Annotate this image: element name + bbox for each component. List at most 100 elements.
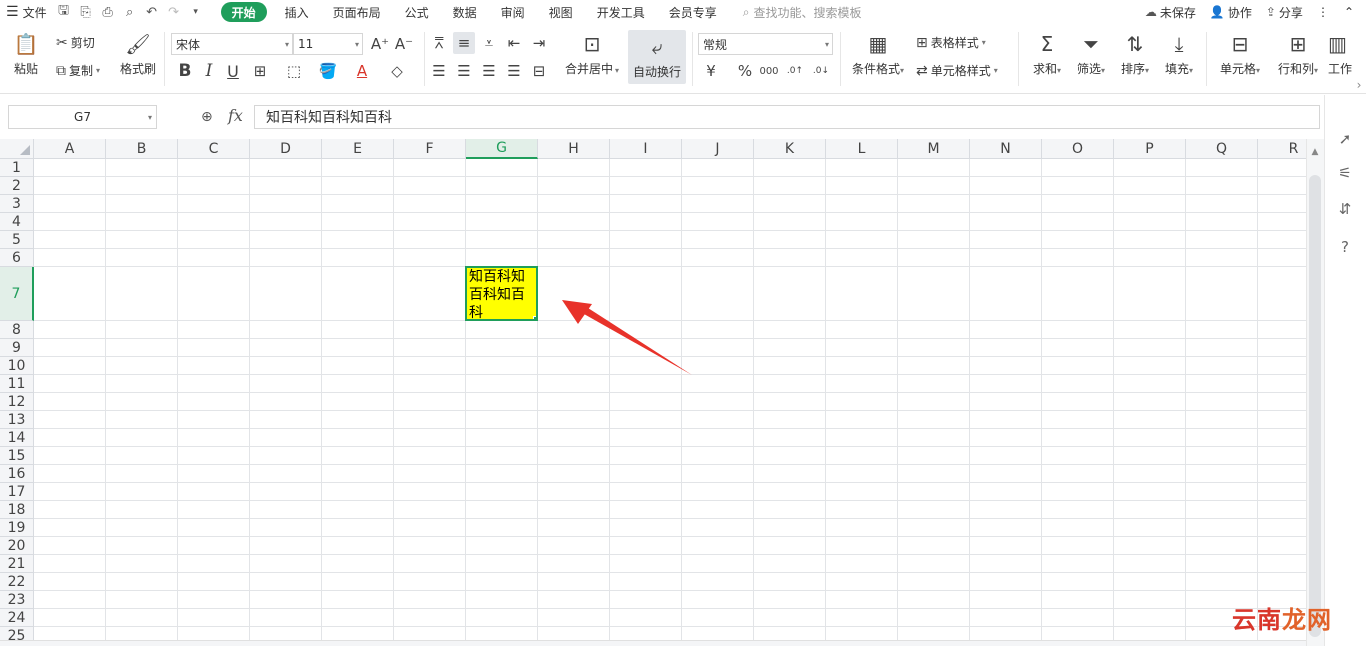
print-preview-icon[interactable]: ⌕ [122,4,138,20]
underline-icon[interactable]: U [222,60,244,82]
distributed-align-icon[interactable]: ⊟ [528,60,550,82]
cell-button[interactable]: ⊟ 单元格▾ [1214,32,1266,77]
font-color-icon[interactable]: A [351,60,373,82]
font-increase-icon[interactable]: A⁺ [369,33,391,55]
bold-icon[interactable]: B [174,60,196,82]
collapse-ribbon-button[interactable]: ⌃ [1344,5,1354,19]
export-icon[interactable]: ⎘ [78,4,94,20]
filter-button[interactable]: ⏷ 筛选▾ [1072,32,1110,77]
row-header-16[interactable]: 16 [0,465,34,483]
row-header-7[interactable]: 7 [0,267,34,321]
column-header-l[interactable]: L [826,139,898,159]
column-header-p[interactable]: P [1114,139,1186,159]
column-header-q[interactable]: Q [1186,139,1258,159]
vertical-scrollbar[interactable]: ▲ [1306,139,1324,646]
row-header-19[interactable]: 19 [0,519,34,537]
outdent-icon[interactable]: ⇤ [503,32,525,54]
decrease-decimal-icon[interactable]: .0↓ [810,60,832,82]
row-header-3[interactable]: 3 [0,195,34,213]
row-header-2[interactable]: 2 [0,177,34,195]
row-header-22[interactable]: 22 [0,573,34,591]
tab-5[interactable]: 审阅 [489,0,537,24]
row-header-24[interactable]: 24 [0,609,34,627]
scrollbar-thumb[interactable] [1309,175,1321,637]
row-header-10[interactable]: 10 [0,357,34,375]
row-header-12[interactable]: 12 [0,393,34,411]
number-format-select[interactable]: 常规 ▾ [698,33,833,55]
paste-button[interactable]: 📋 粘贴 [10,32,42,77]
row-header-17[interactable]: 17 [0,483,34,501]
align-top-icon[interactable]: ⩞ [428,32,450,54]
percent-icon[interactable]: % [734,60,756,82]
function-icon[interactable]: fx [228,106,243,125]
justify-icon[interactable]: ☰ [503,60,525,82]
rowcol-button[interactable]: ⊞ 行和列▾ [1272,32,1324,77]
name-box[interactable]: G7 ▾ [8,105,157,129]
row-header-11[interactable]: 11 [0,375,34,393]
tab-7[interactable]: 开发工具 [585,0,657,24]
unsaved-button[interactable]: ☁ 未保存 [1145,4,1196,21]
quick-access-dropdown-icon[interactable]: ▾ [188,4,204,20]
font-decrease-icon[interactable]: A⁻ [393,33,415,55]
align-middle-icon[interactable]: ≡ [453,32,475,54]
table-style-button[interactable]: ⊞ 表格样式 ▾ [916,34,986,51]
eraser-icon[interactable]: ◇ [386,60,408,82]
row-header-1[interactable]: 1 [0,159,34,177]
save-icon[interactable]: 🖫 [56,3,72,20]
align-center-icon[interactable]: ☰ [453,60,475,82]
scroll-up-icon[interactable]: ▲ [1307,145,1323,159]
row-header-21[interactable]: 21 [0,555,34,573]
column-header-m[interactable]: M [898,139,970,159]
ribbon-scroll-right-button[interactable]: › [1352,74,1366,96]
file-menu[interactable]: ☰ 文件 [0,0,53,24]
column-header-g[interactable]: G [466,139,538,159]
more-menu-button[interactable]: ⋮ [1317,5,1330,19]
font-name-select[interactable]: 宋体 ▾ [171,33,293,55]
help-icon[interactable]: ? [1335,237,1355,257]
row-header-13[interactable]: 13 [0,411,34,429]
merge-center-button[interactable]: ⊡ 合并居中 ▾ [562,32,622,77]
increase-decimal-icon[interactable]: .0↑ [784,60,806,82]
column-header-o[interactable]: O [1042,139,1114,159]
currency-icon[interactable]: ¥ [700,60,722,82]
sort-button[interactable]: ⇅ 排序▾ [1116,32,1154,77]
select-all-corner[interactable] [0,139,34,159]
row-header-6[interactable]: 6 [0,249,34,267]
align-left-icon[interactable]: ☰ [428,60,450,82]
column-header-k[interactable]: K [754,139,826,159]
cut-button[interactable]: ✂ 剪切 [56,34,95,51]
border-icon[interactable]: ⊞ [249,60,271,82]
tab-4[interactable]: 数据 [441,0,489,24]
sum-button[interactable]: Σ 求和▾ [1028,32,1066,77]
undo-icon[interactable]: ↶ [144,4,160,20]
tab-0[interactable]: 开始 [220,2,267,22]
cell-fill-style-icon[interactable]: ⬚ [283,60,305,82]
column-header-h[interactable]: H [538,139,610,159]
tab-8[interactable]: 会员专享 [657,0,729,24]
font-size-select[interactable]: 11 ▾ [293,33,363,55]
align-right-icon[interactable]: ☰ [478,60,500,82]
column-header-d[interactable]: D [250,139,322,159]
column-header-f[interactable]: F [394,139,466,159]
transform-icon[interactable]: ⇵ [1335,199,1355,219]
row-header-20[interactable]: 20 [0,537,34,555]
cursor-select-icon[interactable]: ➚ [1335,129,1355,149]
indent-icon[interactable]: ⇥ [528,32,550,54]
row-header-4[interactable]: 4 [0,213,34,231]
fill-button[interactable]: ⤓ 填充▾ [1160,32,1198,77]
row-header-9[interactable]: 9 [0,339,34,357]
column-header-b[interactable]: B [106,139,178,159]
worksheet-button[interactable]: ▥ 工作 [1328,32,1352,77]
property-sliders-icon[interactable]: ⚟ [1335,163,1355,183]
column-header-c[interactable]: C [178,139,250,159]
fill-color-icon[interactable]: 🪣 [317,60,339,82]
row-header-18[interactable]: 18 [0,501,34,519]
row-header-23[interactable]: 23 [0,591,34,609]
share-button[interactable]: ⇪ 分享 [1266,4,1303,21]
row-header-5[interactable]: 5 [0,231,34,249]
tab-3[interactable]: 公式 [393,0,441,24]
column-header-r[interactable]: R [1258,139,1306,159]
column-header-i[interactable]: I [610,139,682,159]
search-box[interactable]: ⌕ 查找功能、搜索模板 [743,4,862,21]
column-header-n[interactable]: N [970,139,1042,159]
